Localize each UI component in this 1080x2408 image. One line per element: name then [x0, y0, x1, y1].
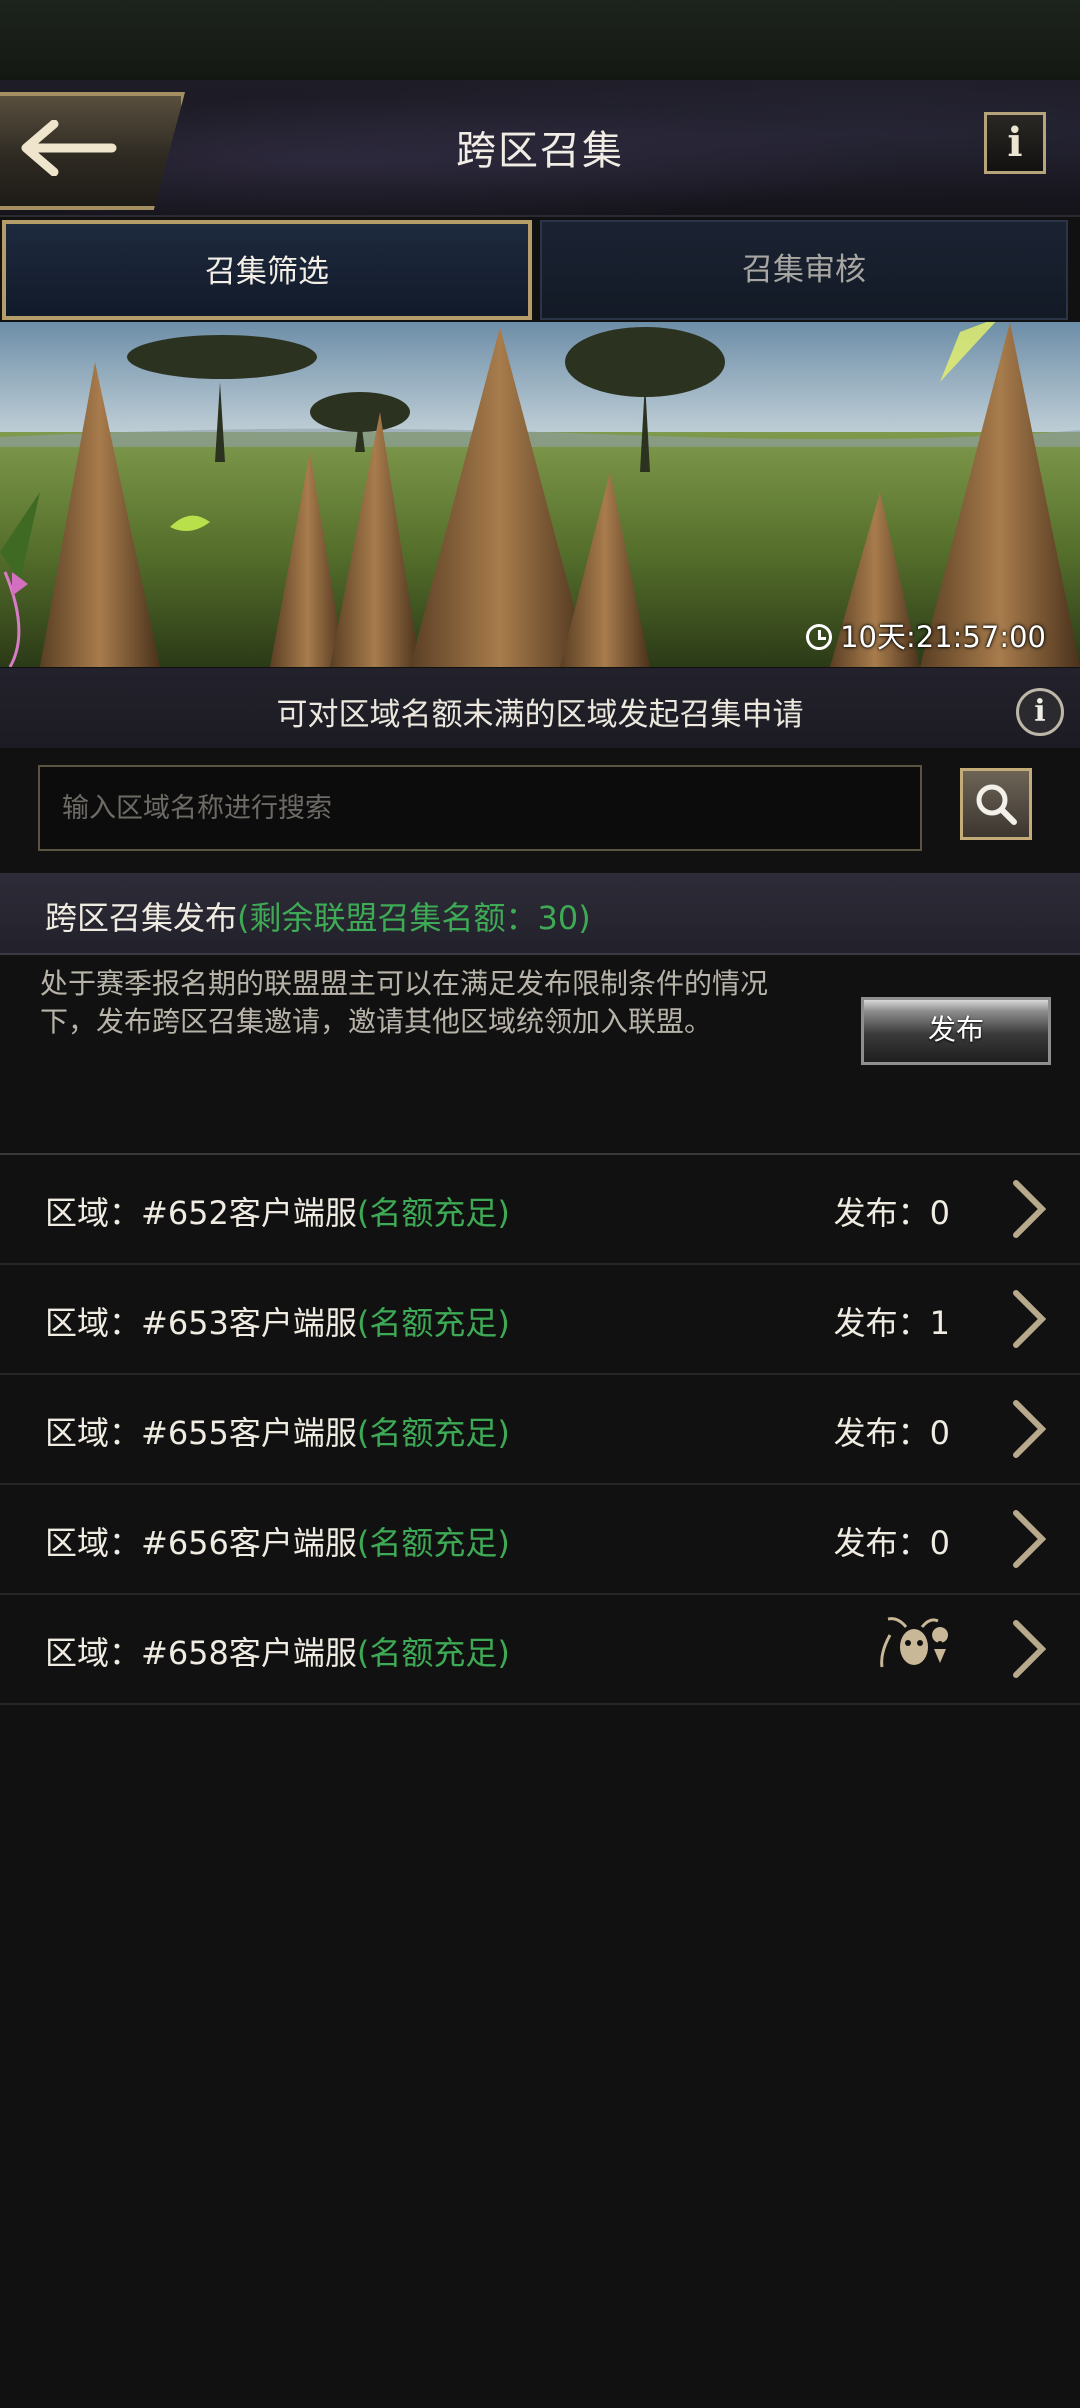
region-row[interactable]: 区域：#655客户端服(名额充足) 发布：0: [0, 1375, 1080, 1485]
section-title: 跨区召集发布: [45, 899, 238, 937]
event-banner: 10天:21:57:00: [0, 322, 1080, 667]
tab-recruit-review[interactable]: 召集审核: [540, 220, 1068, 320]
publish-count: 发布：0: [833, 1414, 950, 1452]
status-bar: [0, 0, 1080, 80]
publish-count: 发布：0: [833, 1524, 950, 1562]
region-row[interactable]: 区域：#658客户端服(名额充足): [0, 1595, 1080, 1705]
info-button[interactable]: i: [984, 112, 1046, 174]
region-status: (名额充足): [356, 1194, 510, 1232]
countdown-timer: 10天:21:57:00: [806, 614, 1046, 656]
chevron-right-icon[interactable]: [1008, 1399, 1048, 1459]
region-name: 区域：#658客户端服: [45, 1634, 357, 1672]
publish-count: 发布：0: [833, 1194, 950, 1232]
notice-bar: 可对区域名额未满的区域发起召集申请 i: [0, 668, 1080, 748]
search-button[interactable]: [960, 768, 1032, 840]
publish-count: 发布：1: [833, 1304, 950, 1342]
region-row[interactable]: 区域：#652客户端服(名额充足) 发布：0: [0, 1155, 1080, 1265]
region-status: (名额充足): [356, 1304, 510, 1342]
clock-icon: [806, 624, 833, 650]
tab-recruit-filter[interactable]: 召集筛选: [2, 220, 532, 320]
region-name: 区域：#652客户端服: [45, 1194, 357, 1232]
region-status: (名额充足): [356, 1524, 510, 1562]
page-title: 跨区召集: [456, 128, 624, 174]
chevron-right-icon[interactable]: [1008, 1619, 1048, 1679]
search-input[interactable]: [38, 765, 922, 851]
remaining-quota: (剩余联盟召集名额：30): [237, 899, 591, 937]
region-name: 区域：#655客户端服: [45, 1414, 357, 1452]
chevron-right-icon[interactable]: [1008, 1179, 1048, 1239]
notice-text: 可对区域名额未满的区域发起召集申请: [276, 697, 804, 733]
ant-location-icon: [880, 1617, 949, 1668]
region-status: (名额充足): [356, 1634, 510, 1672]
region-name: 区域：#653客户端服: [45, 1304, 357, 1342]
publish-button[interactable]: 发布: [861, 997, 1051, 1065]
region-row[interactable]: 区域：#653客户端服(名额充足) 发布：1: [0, 1265, 1080, 1375]
region-row[interactable]: 区域：#656客户端服(名额充足) 发布：0: [0, 1485, 1080, 1595]
region-name: 区域：#656客户端服: [45, 1524, 357, 1562]
info-icon[interactable]: i: [1016, 688, 1064, 736]
chevron-right-icon[interactable]: [1008, 1509, 1048, 1569]
publish-section-header: 跨区召集发布(剩余联盟召集名额：30): [0, 873, 1080, 955]
chevron-right-icon[interactable]: [1008, 1289, 1048, 1349]
search-icon: [976, 784, 1017, 825]
region-status: (名额充足): [356, 1414, 510, 1452]
publish-description: 处于赛季报名期的联盟盟主可以在满足发布限制条件的情况下，发布跨区召集邀请，邀请其…: [40, 967, 769, 1038]
